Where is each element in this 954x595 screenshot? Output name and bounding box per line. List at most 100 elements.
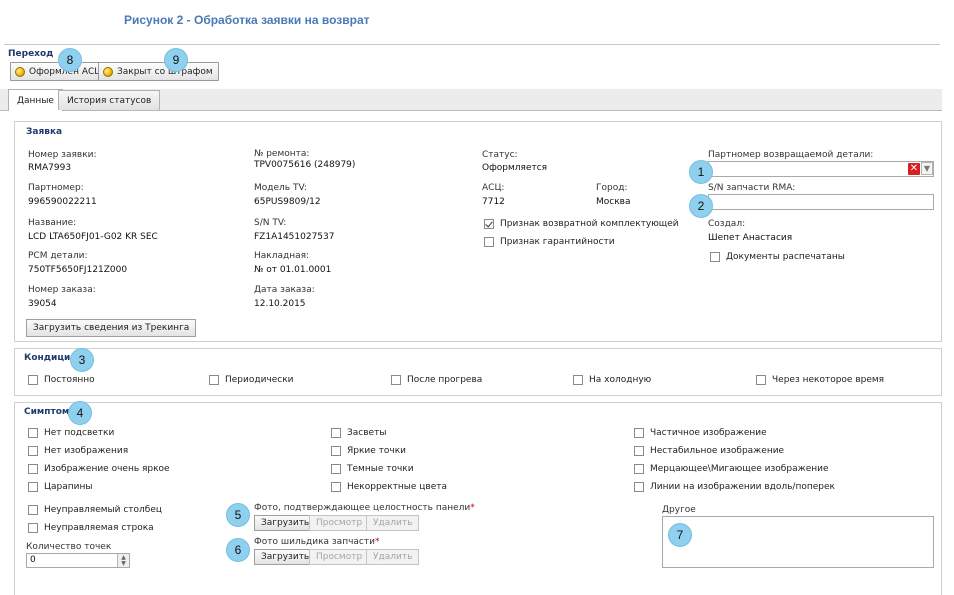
photo-plate-label: Фото шильдика запчасти* [254, 537, 379, 547]
stepper-icon[interactable]: ▲ ▼ [117, 554, 129, 567]
photo-plate-view-button[interactable]: Просмотр [309, 549, 370, 565]
symptom-label: Частичное изображение [650, 428, 767, 438]
return-component-checkbox[interactable]: Признак возвратной комплектующей [484, 219, 679, 229]
symptom-checkbox[interactable]: Неуправляемый столбец [28, 505, 162, 515]
symptom-checkbox[interactable]: Темные точки [331, 464, 414, 474]
symptom-checkbox[interactable]: Неуправляемая строка [28, 523, 154, 533]
symptom-checkbox[interactable]: Некорректные цвета [331, 482, 447, 492]
checkbox-box [28, 464, 38, 474]
invoice-label: Накладная: [254, 251, 310, 261]
checkbox-box [634, 446, 644, 456]
callout-marker-5: 5 [226, 503, 250, 527]
partnumber-label: Партномер: [28, 183, 84, 193]
checkbox-box [28, 446, 38, 456]
symptom-checkbox[interactable]: Нестабильное изображение [634, 446, 784, 456]
symptom-checkbox[interactable]: Нет изображения [28, 446, 128, 456]
symptom-checkbox[interactable]: Засветы [331, 428, 386, 438]
symptom-checkbox[interactable]: Яркие точки [331, 446, 406, 456]
condition-option-periodic[interactable]: Периодически [209, 375, 294, 385]
return-part-no-input[interactable] [708, 161, 934, 177]
checkbox-box [634, 464, 644, 474]
photo-plate-delete-button[interactable]: Удалить [366, 549, 420, 565]
callout-marker-4: 4 [68, 401, 92, 425]
checkbox-box [331, 428, 341, 438]
condition-option-label: Периодически [225, 375, 294, 385]
symptom-checkbox[interactable]: Нет подсветки [28, 428, 114, 438]
callout-marker-7: 7 [668, 523, 692, 547]
symptom-label: Неуправляемая строка [44, 523, 154, 533]
callout-marker-6: 6 [226, 538, 250, 562]
symptom-label: Некорректные цвета [347, 482, 448, 492]
condition-option-label: Постоянно [44, 375, 95, 385]
condition-option-constant[interactable]: Постоянно [28, 375, 95, 385]
symptom-label: Линии на изображении вдоль/поперек [650, 482, 835, 492]
condition-option-label: Через некоторое время [772, 375, 885, 385]
tv-sn-label: S/N TV: [254, 218, 287, 228]
checkbox-box [484, 237, 494, 247]
photo-plate-label-text: Фото шильдика запчасти [254, 537, 375, 547]
order-date-label: Дата заказа: [254, 285, 315, 295]
checkbox-box [331, 464, 341, 474]
checkbox-box [28, 428, 38, 438]
tv-sn-value: FZ1A1451027537 [254, 232, 335, 242]
photo-plate-upload-button[interactable]: Загрузить [254, 549, 317, 565]
other-label: Другое [662, 505, 696, 515]
checkbox-box [28, 482, 38, 492]
docs-printed-label: Документы распечатаны [726, 252, 845, 262]
callout-marker-2: 2 [689, 194, 713, 218]
warranty-checkbox[interactable]: Признак гарантийности [484, 237, 615, 247]
partnumber-value: 996590022211 [28, 197, 97, 207]
photo-panel-view-button[interactable]: Просмотр [309, 515, 370, 531]
tab-data[interactable]: Данные [8, 89, 63, 111]
condition-option-label: На холодную [589, 375, 652, 385]
symptom-label: Темные точки [347, 464, 414, 474]
pcm-value: 750TF5650FJ121Z000 [28, 265, 128, 275]
rma-sn-input[interactable] [708, 194, 934, 210]
clear-icon[interactable]: ✕ [908, 163, 920, 175]
required-mark: * [374, 537, 380, 547]
chevron-down-icon[interactable]: ▼ [921, 162, 933, 175]
symptom-checkbox[interactable]: Мерцающее\Мигающее изображение [634, 464, 829, 474]
symptom-checkbox[interactable]: Линии на изображении вдоль/поперек [634, 482, 835, 492]
checkbox-box [209, 375, 219, 385]
checkbox-box [331, 482, 341, 492]
docs-printed-checkbox[interactable]: Документы распечатаны [710, 252, 845, 262]
condition-option-cold[interactable]: На холодную [573, 375, 651, 385]
name-label: Название: [28, 218, 77, 228]
symptom-label: Царапины [44, 482, 93, 492]
checkbox-box [484, 219, 494, 229]
asc-label: АСЦ: [482, 183, 505, 193]
other-textarea[interactable] [662, 516, 934, 568]
checkbox-box [331, 446, 341, 456]
checkbox-box [28, 523, 38, 533]
load-tracking-button[interactable]: Загрузить сведения из Трекинга [26, 319, 197, 337]
photo-panel-upload-button[interactable]: Загрузить [254, 515, 317, 531]
tv-model-label: Модель TV: [254, 183, 307, 193]
status-label: Статус: [482, 150, 518, 160]
asc-value: 7712 [482, 197, 505, 207]
request-no-label: Номер заявки: [28, 150, 97, 160]
tv-model-value: 65PUS9809/12 [254, 197, 321, 207]
return-component-label: Признак возвратной комплектующей [500, 219, 679, 229]
symptom-label: Засветы [347, 428, 387, 438]
photo-panel-delete-button[interactable]: Удалить [366, 515, 420, 531]
condition-option-after-warmup[interactable]: После прогрева [391, 375, 482, 385]
symptom-checkbox[interactable]: Частичное изображение [634, 428, 767, 438]
callout-marker-8: 8 [58, 48, 82, 72]
condition-option-label: После прогрева [407, 375, 483, 385]
return-part-no-label: Партномер возвращаемой детали: [708, 150, 874, 160]
city-label: Город: [596, 183, 628, 193]
tab-status-history[interactable]: История статусов [58, 90, 161, 110]
rma-sn-label: S/N запчасти RMA: [708, 183, 796, 193]
transition-button-penalty-label: Закрыт со штрафом [117, 66, 213, 77]
repair-no-label: № ремонта: [254, 149, 310, 159]
transition-button-penalty[interactable]: Закрыт со штрафом [98, 62, 219, 81]
callout-marker-9: 9 [164, 48, 188, 72]
symptom-label: Нет изображения [44, 446, 129, 456]
symptom-checkbox[interactable]: Изображение очень яркое [28, 464, 170, 474]
symptom-checkbox[interactable]: Царапины [28, 482, 92, 492]
condition-option-after-time[interactable]: Через некоторое время [756, 375, 884, 385]
required-mark: * [470, 503, 475, 513]
points-count-input[interactable]: 0 ▲ ▼ [26, 553, 130, 568]
symptom-label: Нет подсветки [44, 428, 115, 438]
